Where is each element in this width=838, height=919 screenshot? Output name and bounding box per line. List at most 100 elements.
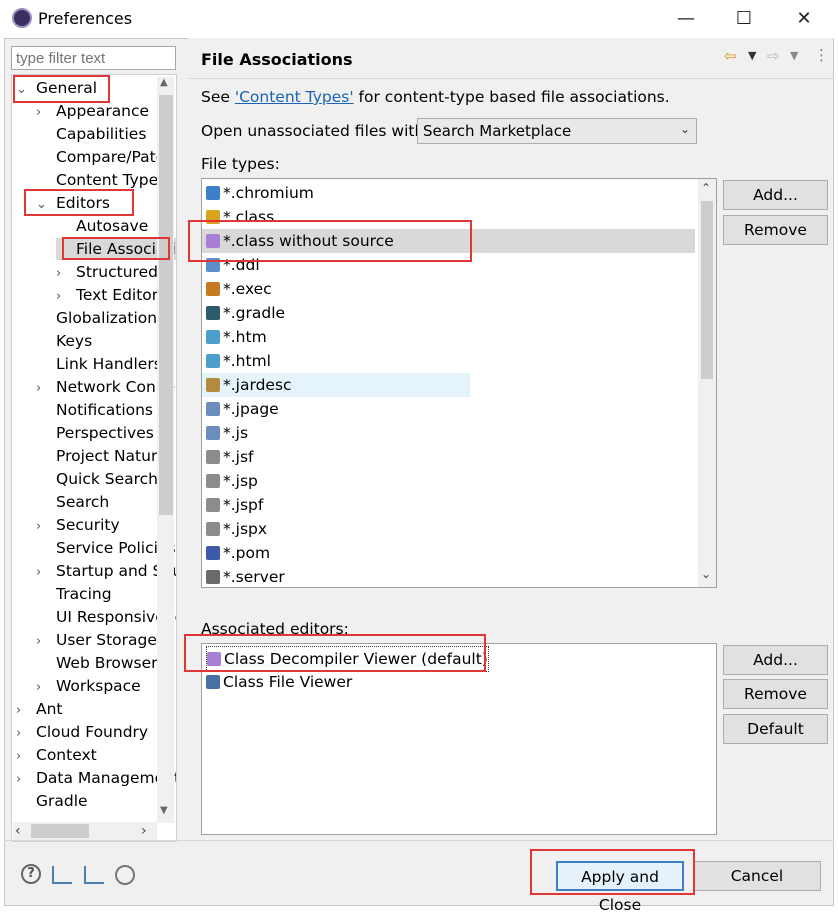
tree-item-security[interactable]: › Security [36, 514, 120, 536]
file-type-item[interactable]: *.jspf [206, 493, 263, 517]
chevron-right-icon[interactable]: › [16, 723, 36, 745]
file-type-item[interactable]: *.pom [206, 541, 270, 565]
tree-item-perspectives[interactable]: Perspectives [36, 422, 154, 444]
file-type-item[interactable]: *.jspx [206, 517, 267, 541]
record-icon[interactable] [115, 865, 135, 885]
scroll-down-icon[interactable]: ▼ [160, 805, 171, 817]
tree-item-ant[interactable]: › Ant [16, 698, 63, 720]
chevron-right-icon[interactable]: › [16, 700, 36, 722]
highlight-class-decompiler [184, 634, 486, 672]
file-type-item[interactable]: *.html [206, 349, 271, 373]
remove-file-type-button[interactable]: Remove [723, 215, 828, 245]
chevron-right-icon[interactable]: › [36, 631, 56, 653]
back-arrow-icon[interactable]: ⇦ [724, 47, 737, 65]
scroll-right-icon[interactable]: › [141, 823, 147, 839]
tree-item-ui-responsiveness[interactable]: UI Responsiveness [36, 606, 176, 628]
view-menu-icon[interactable]: ⋮ [814, 46, 829, 64]
tree-item-notifications[interactable]: Notifications [36, 399, 153, 421]
close-button[interactable]: ✕ [782, 4, 826, 34]
file-type-icon [206, 570, 220, 584]
file-type-item[interactable]: *.js [206, 421, 248, 445]
tree-item-capabilities[interactable]: Capabilities [36, 123, 146, 145]
file-type-icon [206, 426, 220, 440]
tree-item-link-handlers[interactable]: Link Handlers [36, 353, 162, 375]
back-dropdown-icon[interactable]: ▼ [748, 49, 756, 62]
tree-item-label: Data Management [36, 769, 177, 787]
export-icon[interactable] [84, 866, 104, 884]
highlight-editors [24, 189, 134, 216]
tree-item-appearance[interactable]: › Appearance [36, 100, 149, 122]
remove-editor-button[interactable]: Remove [723, 679, 828, 709]
chevron-right-icon[interactable]: › [36, 677, 56, 699]
filter-input[interactable] [11, 46, 176, 70]
file-type-item[interactable]: *.htm [206, 325, 267, 349]
tree-item-compare-patch[interactable]: Compare/Patch [36, 146, 174, 168]
tree-item-search[interactable]: Search [36, 491, 109, 513]
tree-item-autosave[interactable]: Autosave [56, 215, 148, 237]
scroll-up-icon[interactable]: ▲ [160, 77, 171, 89]
tree-item-label: Cloud Foundry [36, 723, 149, 741]
add-file-type-button[interactable]: Add... [723, 180, 828, 210]
tree-item-cloud-foundry[interactable]: › Cloud Foundry [16, 721, 148, 743]
scroll-left-icon[interactable]: ‹ [15, 823, 21, 839]
tree-item-label: Globalization [56, 309, 158, 327]
chevron-right-icon[interactable]: › [36, 562, 56, 584]
scroll-thumb[interactable] [701, 201, 713, 379]
default-editor-button[interactable]: Default [723, 714, 828, 744]
help-icon[interactable]: ? [21, 864, 41, 884]
chevron-right-icon[interactable]: › [36, 516, 56, 538]
tree-vertical-scrollbar[interactable]: ▲ ▼ [157, 77, 174, 823]
tree-item-quick-search[interactable]: Quick Search [36, 468, 158, 490]
tree-item-label: Tracing [56, 585, 112, 603]
file-type-item[interactable]: *.jardesc [202, 373, 470, 397]
tree-item-structured[interactable]: › Structured [56, 261, 158, 283]
tree-horizontal-scrollbar[interactable]: ‹ › [13, 822, 157, 840]
chevron-right-icon[interactable]: › [56, 286, 76, 308]
tree-item-text-editors[interactable]: › Text Editors [56, 284, 166, 306]
file-type-item[interactable]: *.jsf [206, 445, 254, 469]
chevron-right-icon[interactable]: › [36, 378, 56, 400]
import-icon[interactable] [52, 866, 72, 884]
eclipse-logo-icon [12, 8, 32, 28]
tree-item-content-types[interactable]: Content Types [36, 169, 166, 191]
chevron-right-icon[interactable]: › [56, 263, 76, 285]
file-type-item[interactable]: *.jsp [206, 469, 258, 493]
editor-item[interactable]: Class File Viewer [206, 670, 352, 694]
tree-item-service-policies[interactable]: Service Policies [36, 537, 176, 559]
chevron-right-icon[interactable]: › [16, 746, 36, 768]
file-type-item[interactable]: *.chromium [206, 181, 314, 205]
minimize-button[interactable]: — [664, 4, 708, 34]
file-type-item[interactable]: *.server [206, 565, 285, 587]
scroll-up-icon[interactable]: ⌃ [701, 181, 711, 195]
chevron-right-icon[interactable]: › [16, 769, 36, 791]
forward-dropdown-icon[interactable]: ▼ [790, 49, 798, 62]
content-types-link[interactable]: 'Content Types' [235, 88, 354, 106]
file-type-item[interactable]: *.exec [206, 277, 272, 301]
open-with-select[interactable]: Search Marketplace ⌄ [417, 118, 697, 144]
tree-item-network-connections[interactable]: ›Network Connections [36, 376, 176, 400]
tree-item-workspace[interactable]: › Workspace [36, 675, 141, 697]
tree-item-gradle[interactable]: Gradle [16, 790, 88, 812]
tree-item-user-storage[interactable]: › User Storage [36, 629, 157, 651]
title-bar: Preferences — ☐ ✕ [0, 0, 838, 38]
file-types-scrollbar[interactable]: ⌃ ⌄ [698, 179, 716, 587]
scroll-down-icon[interactable]: ⌄ [701, 567, 711, 581]
forward-arrow-icon[interactable]: ⇨ [767, 47, 780, 65]
scroll-thumb[interactable] [159, 95, 173, 515]
chevron-right-icon[interactable]: › [36, 102, 56, 124]
hscroll-thumb[interactable] [31, 824, 89, 838]
tree-item-keys[interactable]: Keys [36, 330, 92, 352]
cancel-button[interactable]: Cancel [693, 861, 821, 891]
tree-item-web-browser[interactable]: Web Browser [36, 652, 158, 674]
file-type-item[interactable]: *.jpage [206, 397, 279, 421]
tree-item-project-natures[interactable]: Project Natures [36, 445, 175, 467]
tree-item-startup-and-shutdown[interactable]: ›Startup and Shutdown [36, 560, 176, 584]
file-type-item[interactable]: *.gradle [206, 301, 285, 325]
tree-item-context[interactable]: › Context [16, 744, 97, 766]
tree-item-tracing[interactable]: Tracing [36, 583, 112, 605]
file-type-label: *.exec [223, 280, 272, 298]
add-editor-button[interactable]: Add... [723, 645, 828, 675]
tree-item-globalization[interactable]: Globalization [36, 307, 157, 329]
maximize-button[interactable]: ☐ [722, 4, 766, 34]
tree-item-data-management[interactable]: › Data Management [16, 767, 177, 791]
